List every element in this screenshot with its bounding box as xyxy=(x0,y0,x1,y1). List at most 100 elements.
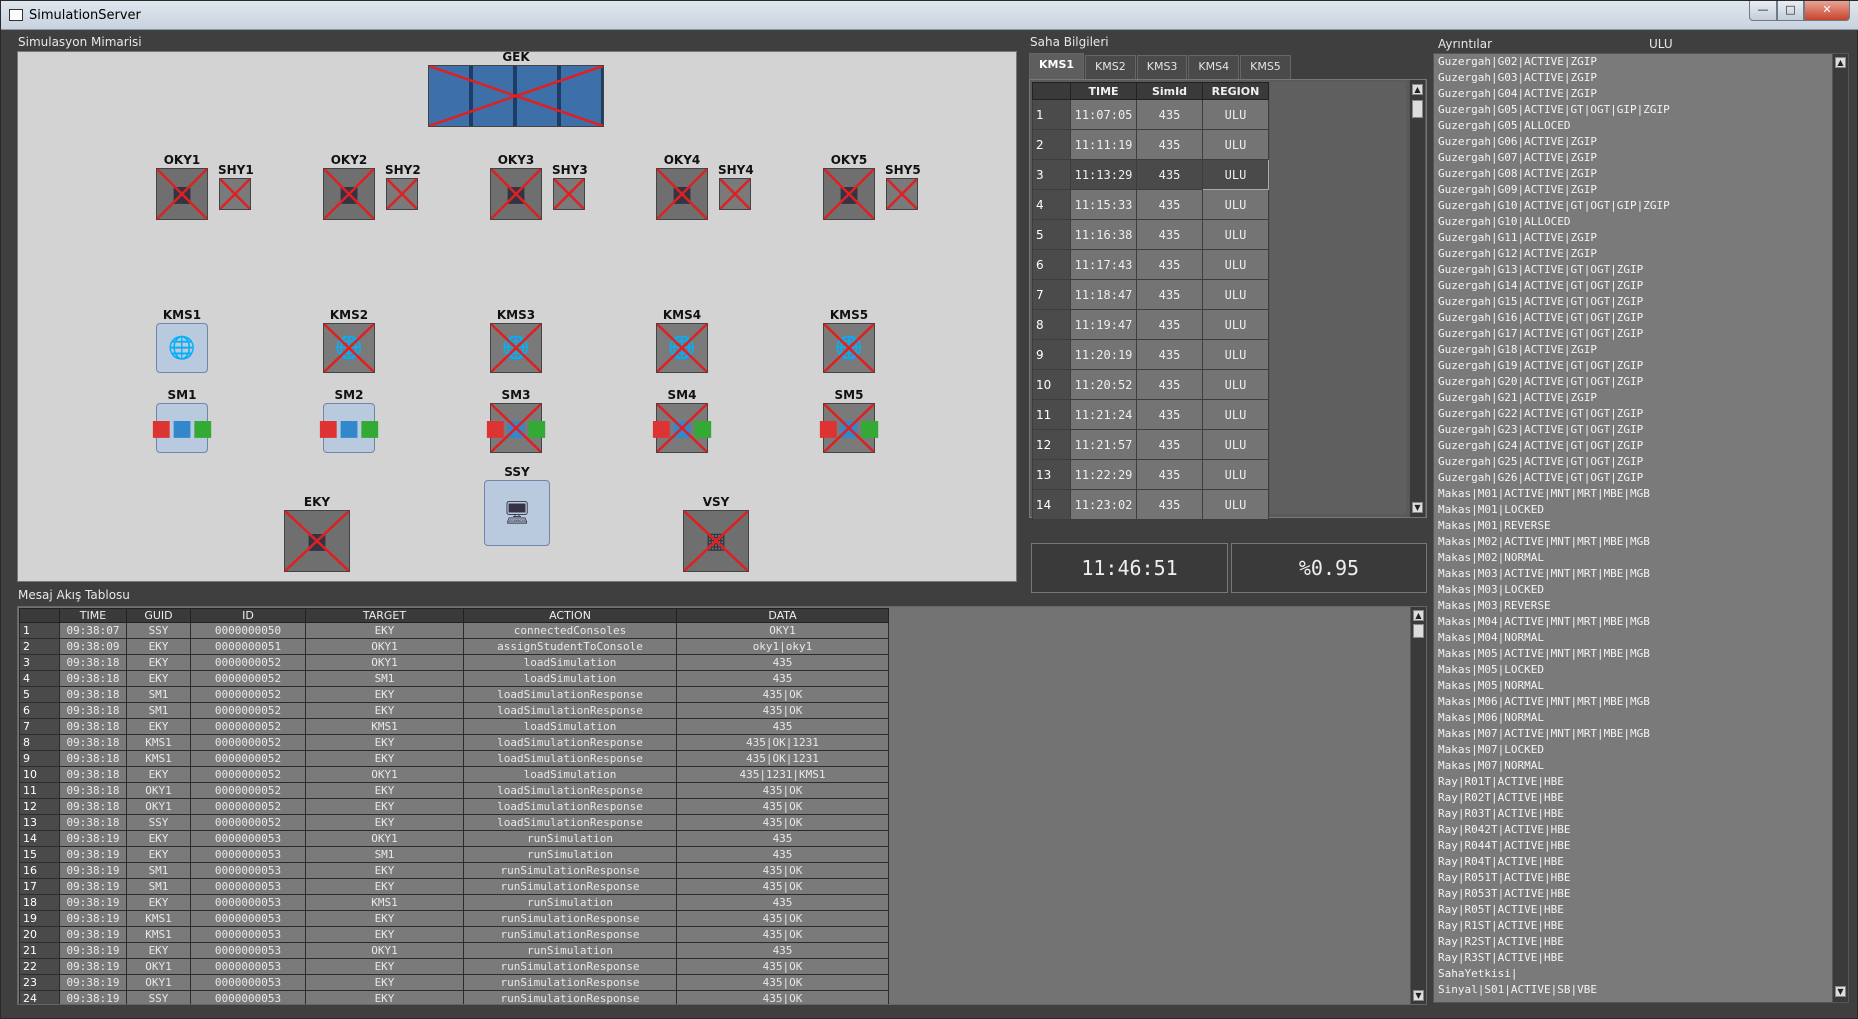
table-row[interactable]: 15 09:38:19 EKY 0000000053 SM1 runSimulation 4… xyxy=(19,846,889,863)
cell-guid[interactable]: EKY xyxy=(126,638,191,655)
cell-time[interactable]: 09:38:18 xyxy=(59,718,127,735)
list-item[interactable]: Guzergah|G04|ACTIVE|ZGIP xyxy=(1434,86,1848,102)
list-item[interactable]: Makas|M01|REVERSE xyxy=(1434,518,1848,534)
list-item[interactable]: SahaYetkisi| xyxy=(1434,966,1848,982)
cell-time[interactable]: 09:38:19 xyxy=(59,926,127,943)
list-item[interactable]: Makas|M01|ACTIVE|MNT|MRT|MBE|MGB xyxy=(1434,486,1848,502)
cell-time[interactable]: 09:38:09 xyxy=(59,638,127,655)
list-item[interactable]: Guzergah|G26|ACTIVE|GT|OGT|ZGIP xyxy=(1434,470,1848,486)
cell-target[interactable]: EKY xyxy=(305,814,464,831)
cell-data[interactable]: 435 xyxy=(676,670,889,687)
table-row[interactable]: 14 11:23:02 435 ULU xyxy=(1032,489,1269,520)
list-item[interactable]: Ray|R02T|ACTIVE|HBE xyxy=(1434,790,1848,806)
list-item[interactable]: Makas|M05|ACTIVE|MNT|MRT|MBE|MGB xyxy=(1434,646,1848,662)
cell-data[interactable]: 435 xyxy=(676,942,889,959)
cell-id[interactable]: 0000000053 xyxy=(190,862,306,879)
cell-target[interactable]: SM1 xyxy=(305,670,464,687)
cell-simid[interactable]: 435 xyxy=(1136,309,1203,340)
cell-action[interactable]: loadSimulationResponse xyxy=(463,814,677,831)
cell-region[interactable]: ULU xyxy=(1202,459,1269,490)
list-item[interactable]: Guzergah|G15|ACTIVE|GT|OGT|ZGIP xyxy=(1434,294,1848,310)
cell-data[interactable]: 435|OK xyxy=(676,878,889,895)
cell-time[interactable]: 09:38:19 xyxy=(59,958,127,975)
cell-time[interactable]: 09:38:18 xyxy=(59,734,127,751)
table-row[interactable]: 7 11:18:47 435 ULU xyxy=(1032,279,1269,310)
cell-time[interactable]: 09:38:19 xyxy=(59,942,127,959)
oky3-node[interactable]: OKY3■ xyxy=(490,153,542,220)
cell-action[interactable]: runSimulationResponse xyxy=(463,910,677,927)
shy1-node[interactable]: SHY1 xyxy=(218,163,254,210)
cell-guid[interactable]: OKY1 xyxy=(126,798,191,815)
cell-id[interactable]: 0000000051 xyxy=(190,638,306,655)
table-row[interactable]: 13 09:38:18 SSY 0000000052 EKY loadSimulation… xyxy=(19,814,889,831)
table-row[interactable]: 6 09:38:18 SM1 0000000052 EKY loadSimulationR… xyxy=(19,702,889,719)
scroll-thumb[interactable] xyxy=(1412,100,1423,118)
list-item[interactable]: Guzergah|G10|ALLOCED xyxy=(1434,214,1848,230)
column-header-id[interactable]: ID xyxy=(190,608,306,623)
cell-time[interactable]: 11:21:57 xyxy=(1070,429,1137,460)
sm1-node[interactable]: SM1 ■ ■ ■ xyxy=(151,388,213,453)
cell-target[interactable]: KMS1 xyxy=(305,718,464,735)
cell-target[interactable]: EKY xyxy=(305,798,464,815)
cell-id[interactable]: 0000000053 xyxy=(190,878,306,895)
cell-time[interactable]: 11:16:38 xyxy=(1070,219,1137,250)
cell-guid[interactable]: EKY xyxy=(126,654,191,671)
cell-time[interactable]: 09:38:19 xyxy=(59,974,127,991)
table-row[interactable]: 5 11:16:38 435 ULU xyxy=(1032,219,1269,250)
cell-data[interactable]: 435|OK xyxy=(676,686,889,703)
cell-time[interactable]: 11:22:29 xyxy=(1070,459,1137,490)
oky5-node[interactable]: OKY5■ xyxy=(823,153,875,220)
oky2-node[interactable]: OKY2■ xyxy=(323,153,375,220)
scroll-up-icon[interactable]: ▲ xyxy=(1835,57,1846,68)
oky1-node[interactable]: OKY1■ xyxy=(156,153,208,220)
column-header-simid[interactable]: SimId xyxy=(1136,82,1203,100)
table-row[interactable]: 1 11:07:05 435 ULU xyxy=(1032,99,1269,130)
table-row[interactable]: 3 09:38:18 EKY 0000000052 OKY1 loadSimulation… xyxy=(19,654,889,671)
list-item[interactable]: Makas|M01|LOCKED xyxy=(1434,502,1848,518)
cell-time[interactable]: 11:13:29 xyxy=(1070,159,1137,190)
cell-id[interactable]: 0000000053 xyxy=(190,974,306,991)
list-item[interactable]: Ray|R042T|ACTIVE|HBE xyxy=(1434,822,1848,838)
scroll-down-icon[interactable]: ▼ xyxy=(1413,990,1424,1001)
cell-data[interactable]: 435 xyxy=(676,654,889,671)
table-row[interactable]: 2 09:38:09 EKY 0000000051 OKY1 assignStudentT… xyxy=(19,638,889,655)
cell-action[interactable]: connectedConsoles xyxy=(463,622,677,639)
table-row[interactable]: 21 09:38:19 EKY 0000000053 OKY1 runSimulation… xyxy=(19,942,889,959)
cell-region[interactable]: ULU xyxy=(1202,249,1269,280)
tab-kms5[interactable]: KMS5 xyxy=(1240,55,1291,79)
cell-id[interactable]: 0000000053 xyxy=(190,830,306,847)
cell-id[interactable]: 0000000053 xyxy=(190,910,306,927)
shy4-node[interactable]: SHY4 xyxy=(718,163,754,210)
cell-guid[interactable]: SSY xyxy=(126,622,191,639)
table-row[interactable]: 2 11:11:19 435 ULU xyxy=(1032,129,1269,160)
table-row[interactable]: 8 09:38:18 KMS1 0000000052 EKY loadSimulation… xyxy=(19,734,889,751)
cell-simid[interactable]: 435 xyxy=(1136,159,1203,190)
cell-target[interactable]: EKY xyxy=(305,702,464,719)
cell-guid[interactable]: OKY1 xyxy=(126,974,191,991)
cell-action[interactable]: assignStudentToConsole xyxy=(463,638,677,655)
cell-simid[interactable]: 435 xyxy=(1136,459,1203,490)
list-item[interactable]: Guzergah|G23|ACTIVE|GT|OGT|ZGIP xyxy=(1434,422,1848,438)
cell-data[interactable]: 435|OK xyxy=(676,958,889,975)
list-item[interactable]: Guzergah|G22|ACTIVE|GT|OGT|ZGIP xyxy=(1434,406,1848,422)
cell-id[interactable]: 0000000052 xyxy=(190,702,306,719)
table-row[interactable]: 24 09:38:19 SSY 0000000053 EKY runSimulationR… xyxy=(19,990,889,1004)
cell-id[interactable]: 0000000052 xyxy=(190,766,306,783)
column-header-target[interactable]: TARGET xyxy=(305,608,464,623)
cell-guid[interactable]: SSY xyxy=(126,990,191,1004)
cell-target[interactable]: EKY xyxy=(305,686,464,703)
cell-id[interactable]: 0000000050 xyxy=(190,622,306,639)
cell-action[interactable]: runSimulation xyxy=(463,894,677,911)
cell-time[interactable]: 09:38:18 xyxy=(59,782,127,799)
tab-kms3[interactable]: KMS3 xyxy=(1136,55,1188,79)
scroll-up-icon[interactable]: ▲ xyxy=(1413,610,1424,621)
cell-target[interactable]: OKY1 xyxy=(305,766,464,783)
cell-region[interactable]: ULU xyxy=(1202,279,1269,310)
tab-kms2[interactable]: KMS2 xyxy=(1085,55,1136,79)
cell-action[interactable]: loadSimulationResponse xyxy=(463,782,677,799)
cell-time[interactable]: 11:17:43 xyxy=(1070,249,1137,280)
cell-guid[interactable]: OKY1 xyxy=(126,958,191,975)
table-row[interactable]: 11 09:38:18 OKY1 0000000052 EKY loadSimulatio… xyxy=(19,782,889,799)
cell-guid[interactable]: EKY xyxy=(126,846,191,863)
list-item[interactable]: Guzergah|G25|ACTIVE|GT|OGT|ZGIP xyxy=(1434,454,1848,470)
